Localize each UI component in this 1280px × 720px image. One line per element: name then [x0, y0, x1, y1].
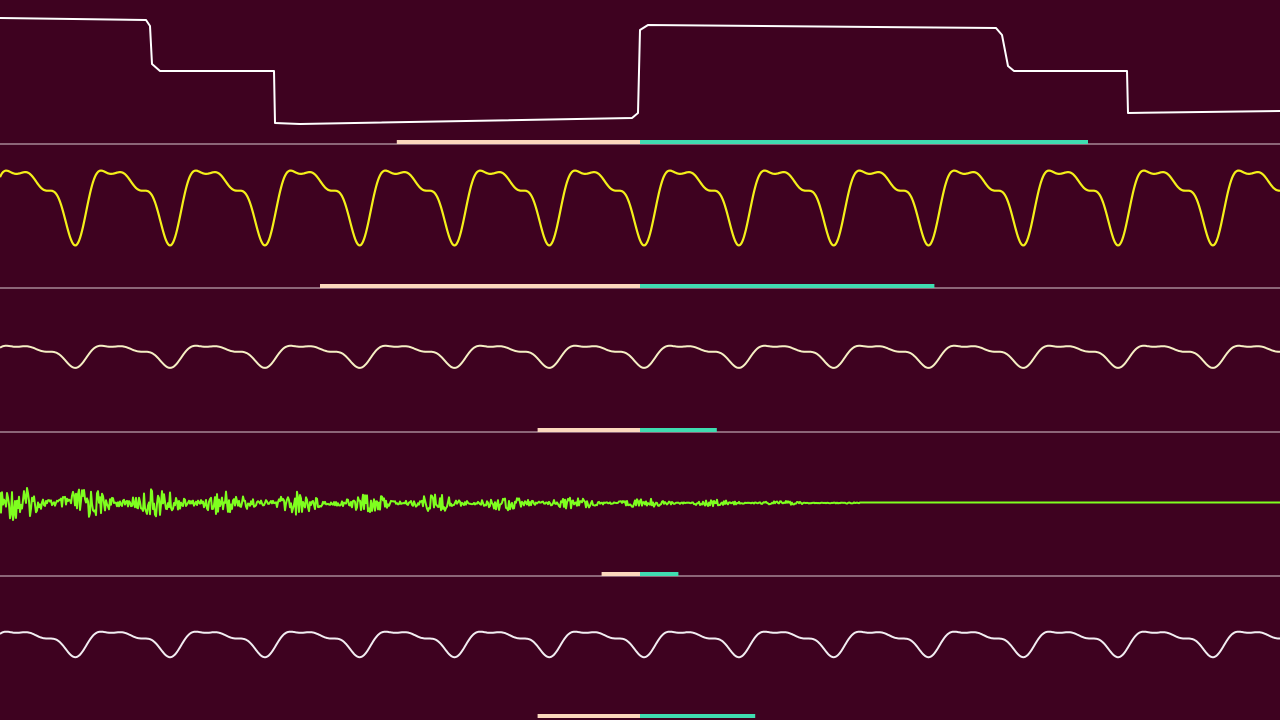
- channel-1-level-left: [396, 140, 640, 144]
- oscilloscope-view: [0, 17, 1280, 718]
- channel-4-waveform: [0, 487, 1280, 521]
- channel-5-level-left: [537, 714, 640, 718]
- channel-lanes: [0, 17, 1280, 718]
- channel-4-level-left: [601, 572, 640, 576]
- channel-1-lane: [0, 17, 1280, 145]
- channel-5-lane: [0, 630, 1280, 718]
- channel-1-waveform: [0, 17, 1280, 125]
- channel-3-level-left: [537, 428, 640, 432]
- channel-5-waveform: [0, 630, 1280, 659]
- channel-2-waveform: [0, 169, 1280, 247]
- channel-3-level-right: [640, 428, 717, 432]
- channel-2-lane: [0, 169, 1280, 289]
- channel-5-level-right: [640, 714, 756, 718]
- channel-3-lane: [0, 344, 1280, 433]
- channel-4-level-right: [640, 572, 679, 576]
- channel-2-level-right: [640, 284, 935, 288]
- channel-2-level-left: [320, 284, 640, 288]
- channel-3-waveform: [0, 344, 1280, 369]
- channel-1-level-right: [640, 140, 1088, 144]
- channel-4-lane: [0, 487, 1280, 577]
